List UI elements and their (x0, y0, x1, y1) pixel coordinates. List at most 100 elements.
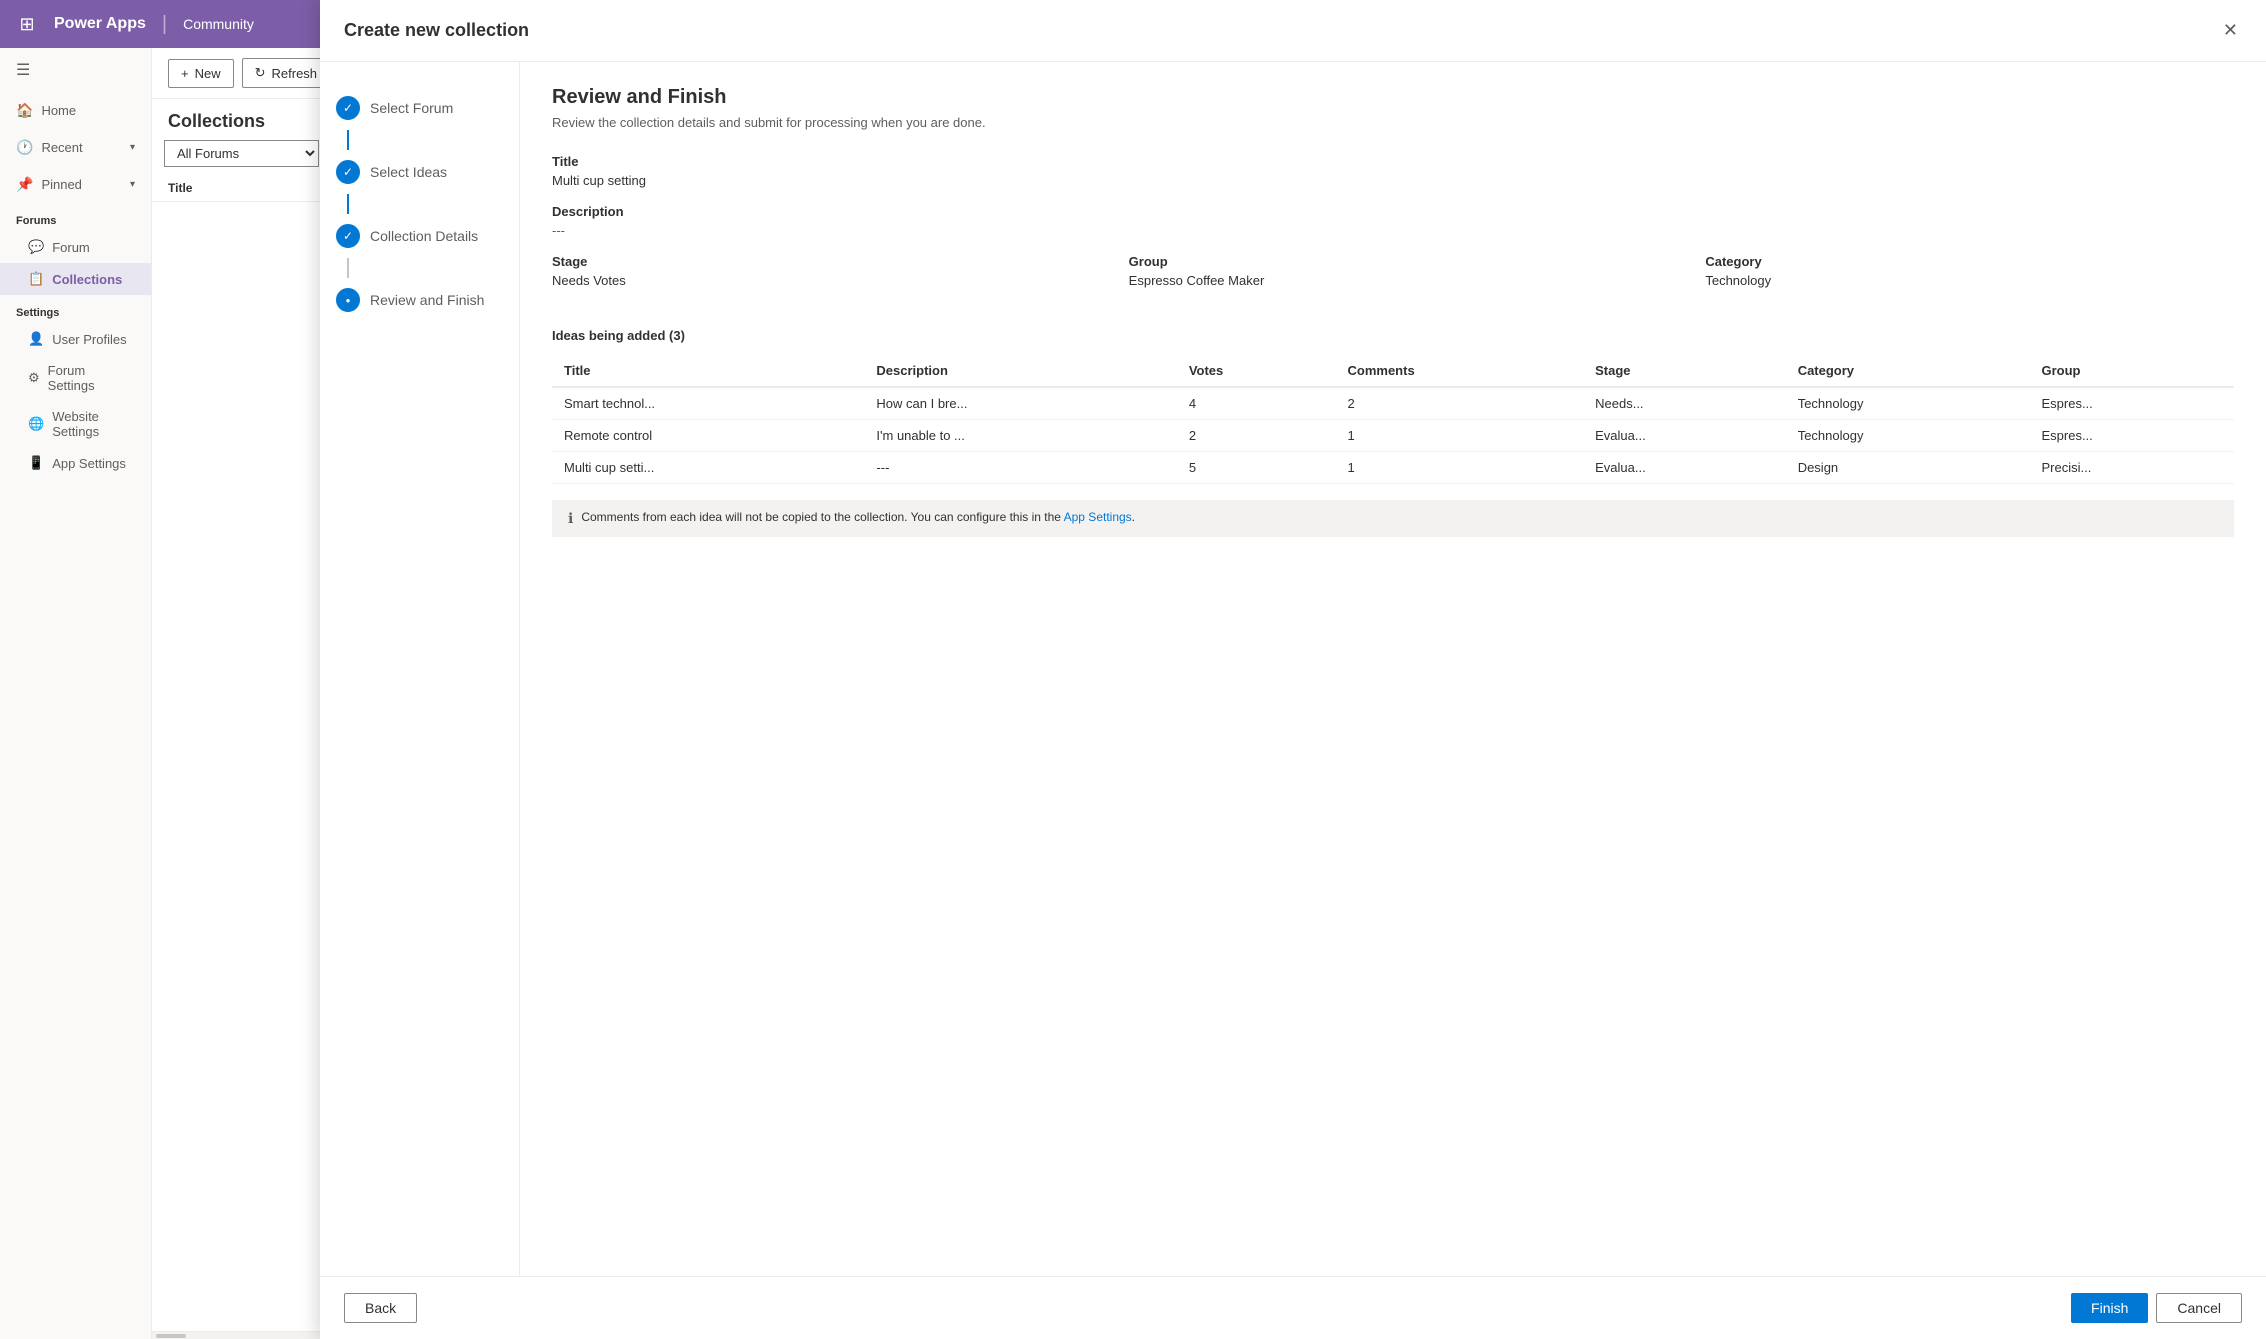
website-settings-icon: 🌐 (28, 416, 44, 432)
sidebar-item-forum-settings[interactable]: ⚙ Forum Settings (0, 355, 151, 401)
sidebar-item-website-settings[interactable]: 🌐 Website Settings (0, 401, 151, 447)
stage-group-category-row: Stage Needs Votes Group Espresso Coffee … (552, 254, 2234, 304)
back-button[interactable]: Back (344, 1293, 417, 1323)
table-row[interactable]: Smart technol... How can I bre... 4 2 Ne… (552, 387, 2234, 420)
sidebar-item-forum[interactable]: 💬 Forum (0, 231, 151, 263)
sidebar-item-pinned[interactable]: 📌 Pinned ▾ (0, 166, 151, 203)
forum-icon: 💬 (28, 239, 44, 255)
scroll-thumb (156, 1334, 186, 1338)
step-circle-review-finish: ● (336, 288, 360, 312)
sidebar-item-app-settings[interactable]: 📱 App Settings (0, 447, 151, 479)
chevron-down-icon: ▾ (130, 179, 135, 190)
ideas-section-title: Ideas being added (3) (552, 328, 2234, 343)
wizard-content: Review and Finish Review the collection … (520, 99, 2266, 1276)
content-area: + New ↻ Refresh Collections All Forums T… (152, 48, 2266, 1339)
cancel-button[interactable]: Cancel (2156, 1293, 2242, 1323)
step-connector-1 (347, 130, 349, 150)
refresh-icon: ↻ (255, 65, 266, 81)
collections-table-header: Title (152, 175, 331, 202)
main-layout: ☰ 🏠 Home 🕐 Recent ▾ 📌 Pinned ▾ Forums 💬 … (0, 48, 2266, 1339)
title-field-value: Multi cup setting (552, 173, 2234, 188)
category-field: Category Technology (1705, 254, 2234, 304)
new-button[interactable]: + New (168, 59, 234, 88)
sidebar-item-home-label: Home (41, 103, 76, 118)
category-label: Category (1705, 254, 2234, 269)
app-settings-icon: 📱 (28, 455, 44, 471)
ideas-table-header-row: Title Description Votes Comments Stage C… (552, 355, 2234, 387)
review-step-title: Review and Finish (552, 99, 2234, 109)
sidebar-item-collections-label: Collections (52, 272, 122, 287)
wizard-step-collection-details[interactable]: ✓ Collection Details (336, 214, 503, 258)
forum-filter-dropdown[interactable]: All Forums (164, 140, 319, 167)
cell-desc-3: --- (864, 452, 1176, 484)
cell-group-3: Precisi... (2029, 452, 2234, 484)
info-banner: ℹ Comments from each idea will not be co… (552, 500, 2234, 537)
step-circle-collection-details: ✓ (336, 224, 360, 248)
refresh-button[interactable]: ↻ Refresh (242, 58, 330, 88)
table-row[interactable]: Multi cup setti... --- 5 1 Evalua... Des… (552, 452, 2234, 484)
wizard-step-review-finish[interactable]: ● Review and Finish (336, 278, 503, 322)
sidebar-item-app-settings-label: App Settings (52, 456, 126, 471)
cell-stage-1: Needs... (1583, 387, 1786, 420)
collections-panel: Collections All Forums Title (152, 99, 332, 1339)
sidebar-item-forum-settings-label: Forum Settings (48, 363, 135, 393)
info-icon: ℹ (568, 510, 573, 527)
pin-icon: 📌 (16, 176, 33, 193)
horizontal-scrollbar[interactable] (152, 1331, 331, 1339)
step-circle-select-forum: ✓ (336, 99, 360, 120)
group-value: Espresso Coffee Maker (1129, 273, 1658, 288)
settings-section-header: Settings (0, 295, 151, 323)
step-connector-3 (347, 258, 349, 278)
finish-button[interactable]: Finish (2071, 1293, 2148, 1323)
cell-category-3: Design (1786, 452, 2030, 484)
description-field-label: Description (552, 204, 2234, 219)
sidebar-item-user-profiles[interactable]: 👤 User Profiles (0, 323, 151, 355)
hamburger-button[interactable]: ☰ (0, 48, 151, 92)
wizard-step-select-ideas[interactable]: ✓ Select Ideas (336, 150, 503, 194)
info-banner-message: Comments from each idea will not be copi… (581, 510, 1063, 524)
sidebar-item-collections[interactable]: 📋 Collections (0, 263, 151, 295)
wizard-step-select-ideas-label: Select Ideas (370, 164, 447, 180)
sidebar-item-user-profiles-label: User Profiles (52, 332, 126, 347)
cell-category-1: Technology (1786, 387, 2030, 420)
col-header-stage: Stage (1583, 355, 1786, 387)
col-header-votes: Votes (1177, 355, 1336, 387)
collections-title: Collections (152, 99, 331, 140)
cell-title-2: Remote control (552, 420, 864, 452)
col-header-category: Category (1786, 355, 2030, 387)
cell-title-3: Multi cup setti... (552, 452, 864, 484)
sidebar-item-forum-label: Forum (52, 240, 90, 255)
plus-icon: + (181, 66, 189, 81)
new-button-label: New (195, 66, 221, 81)
wizard-steps: ✓ Select Forum ✓ Select Ideas ✓ Collecti… (320, 99, 520, 1276)
wizard-step-select-forum[interactable]: ✓ Select Forum (336, 99, 503, 130)
cell-stage-3: Evalua... (1583, 452, 1786, 484)
dialog-footer: Back Finish Cancel (320, 1276, 2266, 1339)
sidebar-item-recent[interactable]: 🕐 Recent ▾ (0, 129, 151, 166)
step-connector-2 (347, 194, 349, 214)
wizard-step-select-forum-label: Select Forum (370, 100, 453, 116)
user-profiles-icon: 👤 (28, 331, 44, 347)
waffle-icon[interactable]: ⊞ (12, 9, 42, 39)
cell-comments-2: 1 (1336, 420, 1584, 452)
cell-stage-2: Evalua... (1583, 420, 1786, 452)
footer-right-buttons: Finish Cancel (2071, 1293, 2242, 1323)
sidebar-item-home[interactable]: 🏠 Home (0, 92, 151, 129)
step-circle-select-ideas: ✓ (336, 160, 360, 184)
sidebar-item-website-settings-label: Website Settings (52, 409, 135, 439)
forums-section-header: Forums (0, 203, 151, 231)
info-banner-suffix: . (1132, 510, 1135, 524)
sidebar: ☰ 🏠 Home 🕐 Recent ▾ 📌 Pinned ▾ Forums 💬 … (0, 48, 152, 1339)
app-settings-link[interactable]: App Settings (1064, 510, 1132, 524)
wizard-step-review-finish-label: Review and Finish (370, 292, 484, 308)
forum-settings-icon: ⚙ (28, 370, 40, 386)
info-banner-text: Comments from each idea will not be copi… (581, 510, 1135, 524)
description-field-value: --- (552, 223, 2234, 238)
home-icon: 🏠 (16, 102, 33, 119)
group-field: Group Espresso Coffee Maker (1129, 254, 1658, 304)
cell-category-2: Technology (1786, 420, 2030, 452)
table-row[interactable]: Remote control I'm unable to ... 2 1 Eva… (552, 420, 2234, 452)
cell-title-1: Smart technol... (552, 387, 864, 420)
cell-votes-2: 2 (1177, 420, 1336, 452)
top-bar-section: Community (183, 16, 254, 32)
